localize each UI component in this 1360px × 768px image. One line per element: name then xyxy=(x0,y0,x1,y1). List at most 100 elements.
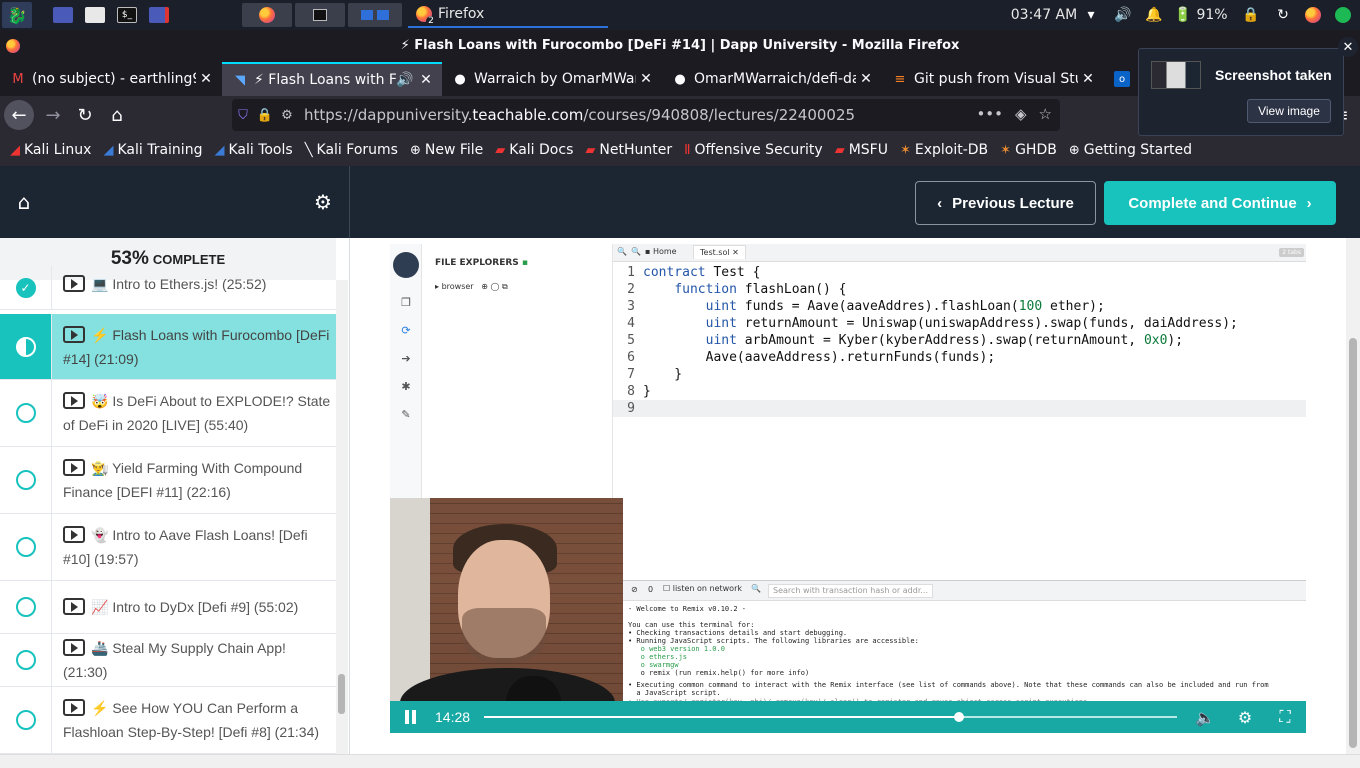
lesson-item[interactable]: 📈 Intro to DyDx [Defi #9] (55:02) xyxy=(0,581,336,634)
sidebar-scrollbar[interactable] xyxy=(336,280,348,768)
permissions-icon[interactable]: ⚙ xyxy=(276,108,298,123)
workspace-1[interactable] xyxy=(242,3,292,27)
home-icon[interactable]: ⌂ xyxy=(102,100,132,130)
bookmark-kali-training[interactable]: ◢ Kali Training xyxy=(103,142,202,158)
bookmark-offensive-security[interactable]: Ⅱ Offensive Security xyxy=(684,142,823,158)
bookmark-kali-forums[interactable]: ╲ Kali Forums xyxy=(305,142,398,158)
tab-github-defi[interactable]: ● OmarMWarraich/defi-da ✕ xyxy=(662,62,882,96)
volume-icon[interactable]: 🔈 xyxy=(1194,707,1216,727)
file-status-icon: ▪ xyxy=(521,258,529,268)
page-actions-icon[interactable]: ••• xyxy=(976,105,1003,123)
settings-gear-icon[interactable]: ⚙ xyxy=(308,190,338,214)
view-image-button[interactable]: View image xyxy=(1247,99,1331,123)
bookmark-kali-docs[interactable]: ▰ Kali Docs xyxy=(495,142,573,158)
show-desktop-icon[interactable] xyxy=(50,2,76,28)
screenshot-thumbnail[interactable] xyxy=(1151,61,1201,89)
bookmark-kali-linux[interactable]: ◢ Kali Linux xyxy=(10,142,91,158)
pause-icon[interactable] xyxy=(402,709,418,725)
terminal-toolbar: ⊘ 0 ☐ listen on network 🔍 Search with tr… xyxy=(623,581,1306,601)
tab-title: OmarMWarraich/defi-da xyxy=(694,71,856,87)
settings-gear-icon[interactable]: ⚙ xyxy=(1234,707,1256,727)
padlock-icon[interactable]: 🔒 xyxy=(254,108,276,123)
battery-icon[interactable]: 🔋 xyxy=(1172,2,1194,28)
forward-arrow-icon[interactable]: → xyxy=(38,100,68,130)
bookmark-ghdb[interactable]: ✶ GHDB xyxy=(1000,142,1057,158)
url-bar[interactable]: ⛉ 🔒 ⚙ https://dappuniversity.teachable.c… xyxy=(232,99,1060,131)
tab-close-icon[interactable]: ✕ xyxy=(196,71,216,87)
bookmark-exploit-db[interactable]: ✶ Exploit-DB xyxy=(900,142,988,158)
lock-icon[interactable]: 🔒 xyxy=(1240,2,1262,28)
complete-and-continue-button[interactable]: Complete and Continue › xyxy=(1104,181,1336,225)
file-manager-icon[interactable] xyxy=(82,2,108,28)
firefox-tray-icon[interactable] xyxy=(1302,2,1324,28)
file-explorers-title: FILE EXPLORERS xyxy=(435,258,519,268)
bookmark-star-icon[interactable]: ☆ xyxy=(1039,105,1052,123)
lesson-item[interactable]: 👻 Intro to Aave Flash Loans! [Defi #10] … xyxy=(0,514,336,581)
deploy-icon: ➔ xyxy=(401,352,411,365)
screen-recorder-icon[interactable] xyxy=(146,2,172,28)
url-text[interactable]: https://dappuniversity.teachable.com/cou… xyxy=(304,106,855,124)
workspace-2[interactable] xyxy=(295,3,345,27)
terminal-line: o web3 version 1.0.0 xyxy=(628,645,725,653)
clock[interactable]: 03:47 AM xyxy=(1010,2,1078,28)
taskbar-firefox-label: Firefox xyxy=(438,6,485,22)
lesson-item[interactable]: 👨‍🌾 Yield Farming With Compound Finance … xyxy=(0,447,336,514)
file-explorer-icon: ❐ xyxy=(401,296,411,309)
lesson-item[interactable]: 🤯 Is DeFi About to EXPLODE!? State of De… xyxy=(0,380,336,447)
tab-gmail[interactable]: M (no subject) - earthling9€ ✕ xyxy=(0,62,222,96)
tab-stackoverflow[interactable]: ≡ Git push from Visual Stu ✕ xyxy=(882,62,1104,96)
previous-lecture-button[interactable]: ‹ Previous Lecture xyxy=(915,181,1096,225)
reload-icon[interactable]: ↻ xyxy=(70,100,100,130)
kali-menu-icon[interactable]: 🐉 xyxy=(2,2,32,28)
lesson-item[interactable]: 🚢 Steal My Supply Chain App! (21:30) xyxy=(0,634,336,687)
lesson-title: 💻 Intro to Ethers.js! (25:52) xyxy=(91,276,267,292)
firefox-icon xyxy=(259,7,275,23)
back-arrow-icon[interactable]: ← xyxy=(4,100,34,130)
terminal-icon[interactable]: $_ xyxy=(114,2,140,28)
offsec-icon: Ⅱ xyxy=(684,142,691,158)
video-play-icon xyxy=(63,699,85,716)
tab-flash-loans[interactable]: ◥ ⚡ Flash Loans with Fu 🔊 ✕ xyxy=(222,62,442,96)
volume-icon[interactable]: 🔊 xyxy=(1112,2,1134,28)
taskbar-firefox[interactable]: 2 Firefox xyxy=(408,2,608,28)
bookmarks-toolbar: ◢ Kali Linux ◢ Kali Training ◢ Kali Tools ╲… xyxy=(0,134,1360,166)
notification-close-icon[interactable]: ✕ xyxy=(1338,37,1358,57)
sidebar-scrollbar-thumb[interactable] xyxy=(338,674,345,714)
remix-icon-panel: ❐ ⟳ ➔ ✱ ✎ xyxy=(390,244,422,499)
video-player[interactable]: ❐ ⟳ ➔ ✱ ✎ FILE EXPLORERS ▪ ▸ browser ⊕ ◯… xyxy=(390,244,1306,733)
tab-github-warraich[interactable]: ● Warraich by OmarMWar ✕ xyxy=(442,62,662,96)
lesson-status xyxy=(0,687,52,753)
video-progress-knob[interactable] xyxy=(953,712,964,722)
page-scrollbar[interactable] xyxy=(1346,238,1360,768)
terminal-line: • Executing common command to interact w… xyxy=(628,681,1269,689)
tab-close-icon[interactable]: ✕ xyxy=(636,71,656,87)
video-play-icon xyxy=(63,639,85,656)
wifi-icon[interactable]: ▾ xyxy=(1080,2,1102,28)
pocket-icon[interactable]: ◈ xyxy=(1015,105,1027,123)
shield-icon[interactable]: ⛉ xyxy=(232,108,254,123)
bookmark-nethunter[interactable]: ▰ NetHunter xyxy=(585,142,672,158)
bookmark-new-file[interactable]: ⊕ New File xyxy=(410,142,483,158)
globe-icon: ⊕ xyxy=(1068,142,1080,158)
notification-bell-icon[interactable]: 🔔 xyxy=(1143,2,1165,28)
video-progress-bar[interactable] xyxy=(484,712,1177,722)
bookmark-getting-started[interactable]: ⊕ Getting Started xyxy=(1069,142,1192,158)
tab-close-icon[interactable]: ✕ xyxy=(1078,71,1098,87)
horizontal-scrollbar[interactable] xyxy=(0,754,1360,768)
workspace-3[interactable] xyxy=(348,3,402,27)
course-home-icon[interactable]: ⌂ xyxy=(10,190,38,214)
lesson-item-current[interactable]: ⚡ Flash Loans with Furocombo [DeFi #14] … xyxy=(0,314,336,380)
lesson-item[interactable]: ✓ 💻 Intro to Ethers.js! (25:52) xyxy=(0,266,336,310)
update-icon[interactable]: ↻ xyxy=(1272,2,1294,28)
kali-icon: ◢ xyxy=(10,142,20,158)
page-scrollbar-thumb[interactable] xyxy=(1349,338,1357,748)
spotify-icon[interactable] xyxy=(1332,2,1354,28)
bookmark-msfu[interactable]: ▰ MSFU xyxy=(835,142,888,158)
tab-audio-icon[interactable]: 🔊 xyxy=(396,72,414,88)
tab-close-icon[interactable]: ✕ xyxy=(856,71,876,87)
bookmark-kali-tools[interactable]: ◢ Kali Tools xyxy=(214,142,292,158)
tab-close-icon[interactable]: ✕ xyxy=(416,72,436,88)
lesson-item[interactable]: ⚡ See How YOU Can Perform a Flashloan St… xyxy=(0,687,336,754)
fullscreen-icon[interactable]: ⛶ xyxy=(1274,707,1296,727)
pending-tx-count: 0 xyxy=(648,585,654,594)
